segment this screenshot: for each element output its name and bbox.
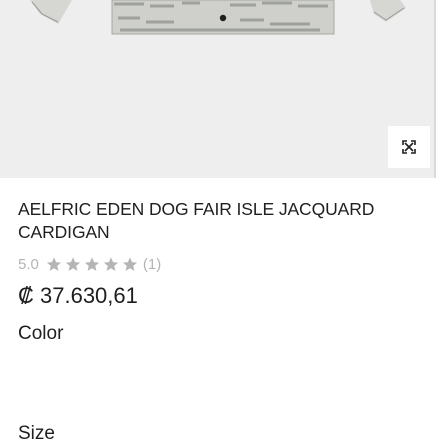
rating-row[interactable]: 5.0 (1) — [18, 254, 161, 274]
expand-icon — [402, 140, 416, 154]
rating-stars — [45, 256, 139, 273]
review-count[interactable]: (1) — [143, 256, 161, 273]
star-icon — [84, 256, 99, 271]
star-icon — [65, 256, 80, 271]
image-scrollbar — [434, 0, 436, 178]
star-icon — [46, 256, 61, 271]
size-label: Size — [18, 423, 55, 444]
rating-value: 5.0 — [18, 255, 39, 273]
product-image — [30, 0, 406, 35]
product-title: AELFRIC EDEN DOG FAIR ISLE JACQUARD CARD… — [18, 199, 375, 242]
product-image-area[interactable] — [0, 0, 434, 178]
product-price: ₡ 37.630,61 — [18, 283, 138, 308]
color-label: Color — [18, 323, 64, 344]
star-icon — [122, 256, 137, 271]
expand-image-button[interactable] — [388, 126, 430, 168]
star-icon — [103, 256, 118, 271]
